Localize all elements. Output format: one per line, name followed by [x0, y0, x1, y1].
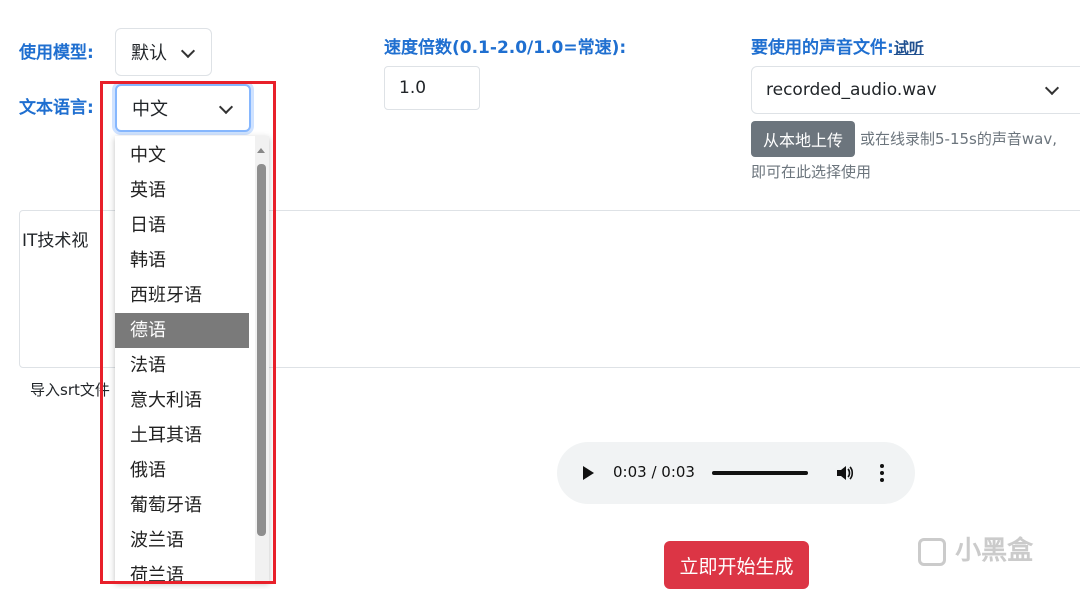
watermark-text: 小黑盒: [955, 536, 1034, 566]
audio-progress[interactable]: [712, 471, 808, 475]
voice-label: 要使用的声音文件:试听: [751, 33, 924, 58]
srt-import-label[interactable]: 导入srt文件: [30, 379, 110, 400]
model-label: 使用模型:: [19, 43, 94, 63]
voice-label-text: 要使用的声音文件:: [751, 38, 894, 58]
chevron-down-icon: [1044, 80, 1060, 96]
listen-link[interactable]: 试听: [894, 39, 924, 57]
voice-hint-1: 或在线录制5-15s的声音wav,: [860, 130, 1057, 148]
volume-icon[interactable]: [836, 465, 854, 481]
language-label: 文本语言:: [19, 98, 94, 118]
chevron-down-icon: [180, 43, 196, 59]
upload-button[interactable]: 从本地上传: [751, 121, 855, 157]
more-options-icon[interactable]: [880, 463, 884, 483]
audio-player: 0:03 / 0:03: [557, 442, 915, 504]
highlight-frame: [100, 81, 276, 584]
speed-label: 速度倍数(0.1-2.0/1.0=常速):: [384, 38, 627, 58]
model-select-value: 默认: [131, 43, 167, 64]
voice-select[interactable]: recorded_audio.wav: [751, 66, 1080, 114]
text-input-start: IT技术视: [22, 231, 89, 251]
model-select[interactable]: 默认: [115, 28, 212, 76]
watermark-logo-icon: [918, 537, 946, 566]
play-icon[interactable]: [583, 466, 594, 480]
watermark: 小黑盒: [918, 530, 1033, 567]
speed-input-value: 1.0: [399, 78, 427, 98]
voice-hint-2: 即可在此选择使用: [751, 163, 872, 181]
audio-time: 0:03 / 0:03: [613, 463, 695, 481]
voice-select-value: recorded_audio.wav: [766, 80, 937, 100]
speed-input[interactable]: 1.0: [384, 66, 480, 110]
